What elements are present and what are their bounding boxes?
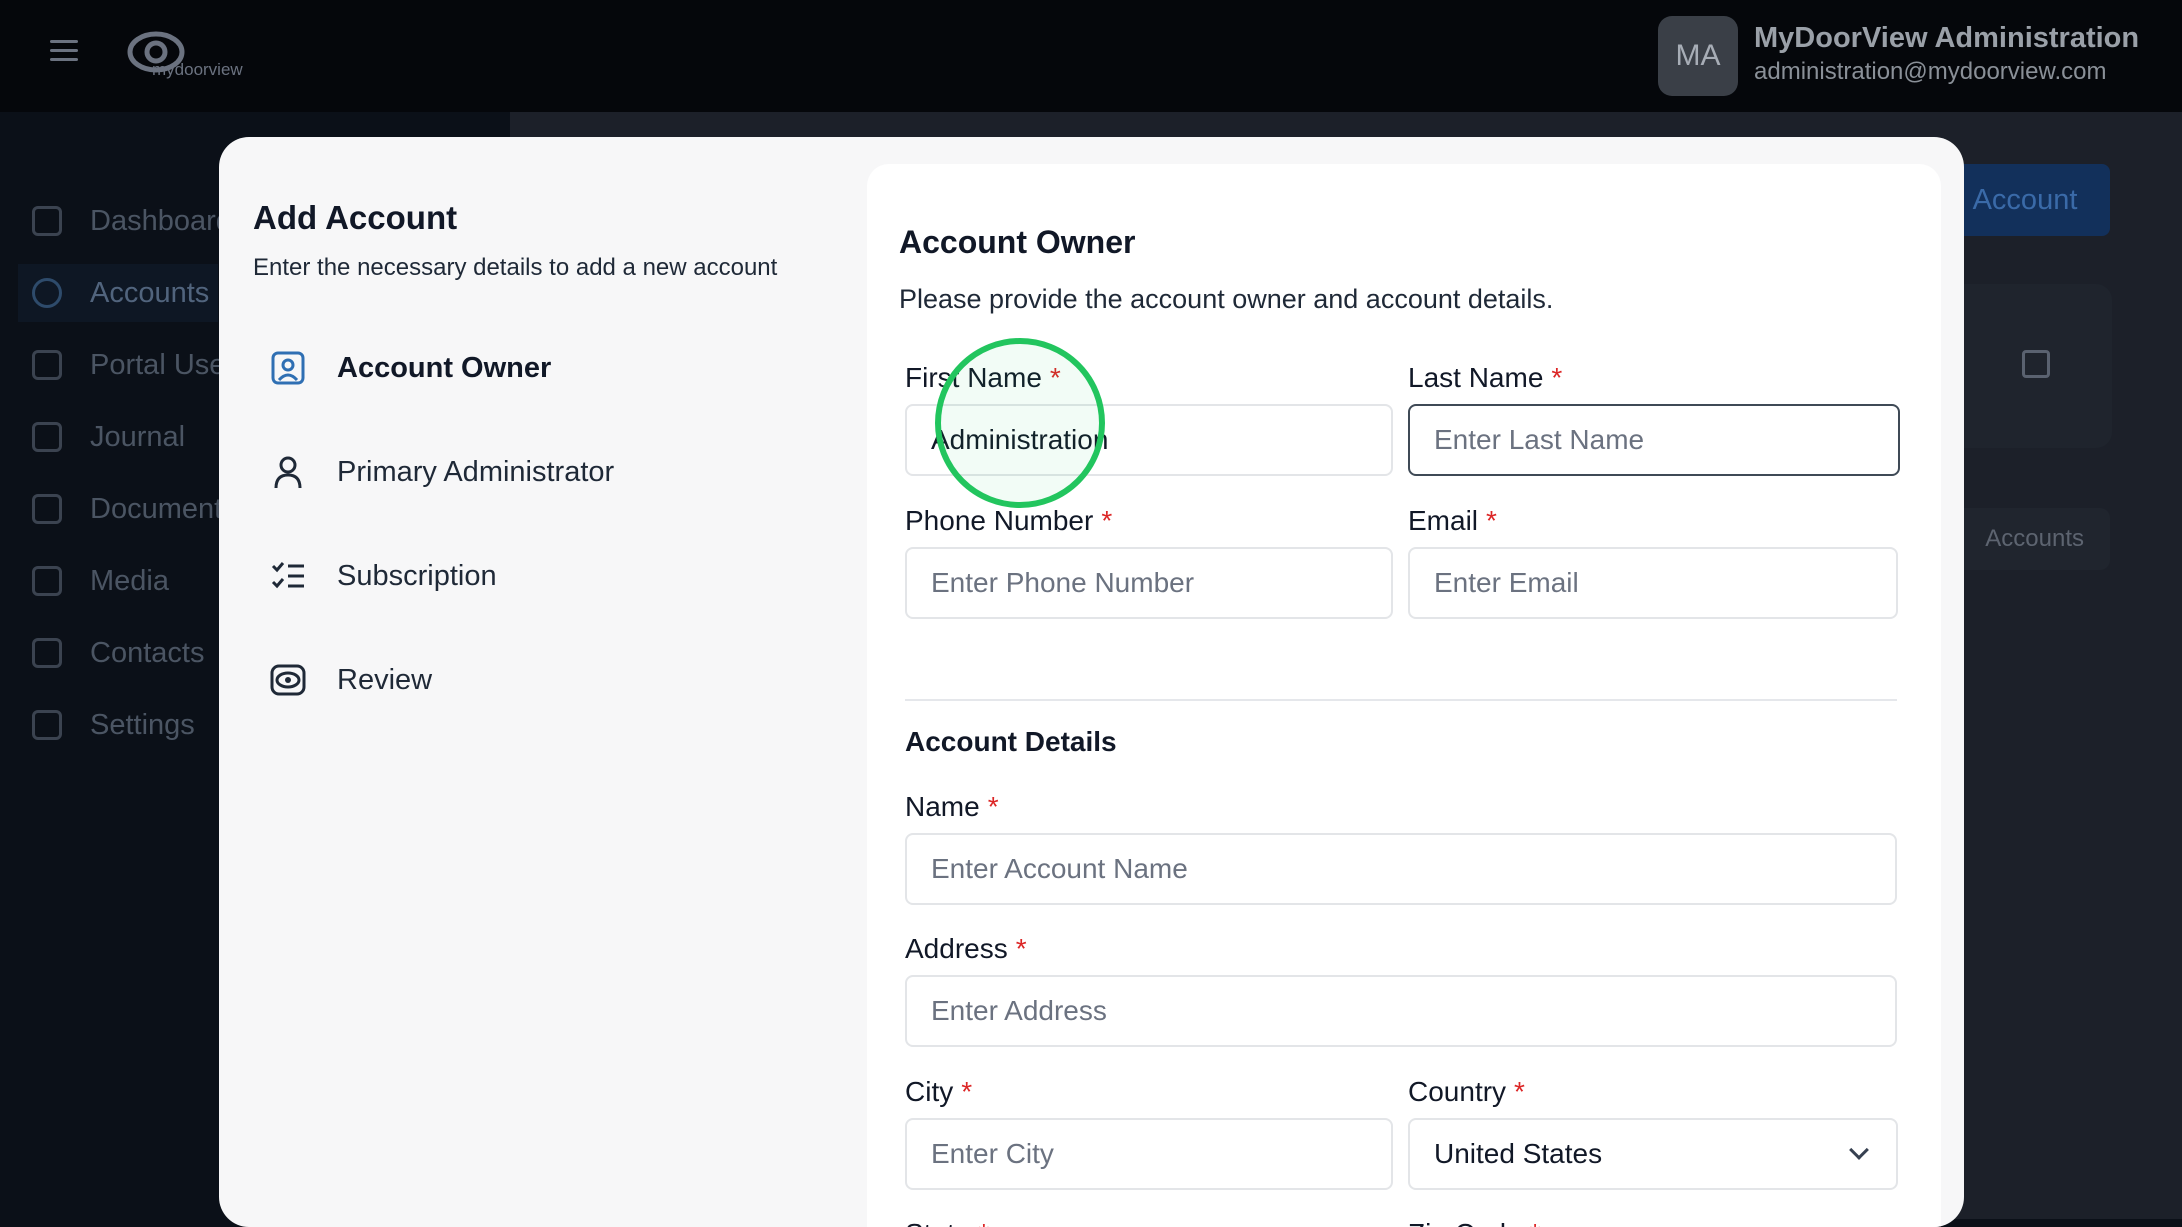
sidebar-item-label: Documents: [90, 492, 237, 525]
sidebar-item-label: Dashboard: [90, 204, 232, 237]
email-label: Email *: [1408, 505, 1497, 536]
calendar-icon: [32, 422, 62, 452]
sidebar-item-documents[interactable]: Documents: [18, 480, 237, 538]
step-subscription[interactable]: Subscription: [269, 557, 497, 595]
add-account-modal: Add Account Enter the necessary details …: [219, 137, 1964, 1227]
step-account-owner[interactable]: Account Owner: [269, 349, 551, 387]
eye-icon: [269, 661, 307, 699]
city-label: City *: [905, 1076, 973, 1107]
sidebar-item-label: Journal: [90, 420, 186, 453]
contacts-icon: [32, 638, 62, 668]
country-select[interactable]: United States: [1408, 1118, 1898, 1190]
mydoorview-logo[interactable]: mydoorview: [126, 28, 276, 84]
hamburger-menu-icon[interactable]: [50, 40, 78, 64]
bar-chart-icon: [32, 206, 62, 236]
step-label: Review: [337, 663, 433, 696]
address-label: Address *: [905, 933, 1027, 964]
modal-title: Add Account: [253, 199, 458, 236]
sidebar-item-label: Media: [90, 564, 169, 597]
city-input[interactable]: Enter City: [905, 1118, 1393, 1190]
logo-text: mydoorview: [152, 60, 243, 79]
phone-number-input[interactable]: Enter Phone Number: [905, 547, 1393, 619]
user-badge-icon: [269, 349, 307, 387]
step-label: Account Owner: [337, 351, 552, 384]
step-label: Primary Administrator: [337, 455, 615, 488]
step-review[interactable]: Review: [269, 661, 432, 699]
sidebar-item-dashboard[interactable]: Dashboard: [18, 192, 232, 250]
calendar-icon[interactable]: [2022, 350, 2050, 378]
user-name: MyDoorView Administration: [1754, 22, 2140, 54]
sidebar-item-journal[interactable]: Journal: [18, 408, 185, 466]
account-details-title: Account Details: [905, 726, 1117, 757]
country-selected-value: United States: [1434, 1138, 1603, 1169]
sidebar-item-label: Contacts: [90, 636, 205, 669]
gear-icon: [32, 710, 62, 740]
step-label: Subscription: [337, 559, 497, 592]
checklist-icon: [269, 557, 307, 595]
account-name-input[interactable]: Enter Account Name: [905, 833, 1897, 905]
accounts-tab[interactable]: Accounts: [1940, 508, 2110, 570]
sidebar-item-label: Settings: [90, 708, 195, 741]
sidebar-item-contacts[interactable]: Contacts: [18, 624, 204, 682]
account-name-label: Name *: [905, 791, 999, 822]
media-icon: [32, 566, 62, 596]
users-icon: [32, 278, 62, 308]
last-name-input[interactable]: Enter Last Name: [1408, 404, 1900, 476]
user-icon: [269, 453, 307, 491]
form-title: Account Owner: [899, 224, 1136, 260]
phone-number-label: Phone Number *: [905, 505, 1113, 536]
chevron-down-icon: [1849, 1140, 1869, 1160]
list-icon: [32, 350, 62, 380]
modal-subtitle: Enter the necessary details to add a new…: [253, 254, 778, 281]
top-bar: mydoorview MA MyDoorView Administration …: [0, 0, 2182, 112]
last-name-label: Last Name *: [1408, 362, 1563, 393]
form-panel: Account Owner Please provide the account…: [867, 164, 1941, 1227]
sidebar-item-media[interactable]: Media: [18, 552, 169, 610]
state-label: State*: [905, 1218, 989, 1227]
form-subtitle: Please provide the account owner and acc…: [899, 284, 1554, 314]
email-input[interactable]: Enter Email: [1408, 547, 1898, 619]
step-primary-administrator[interactable]: Primary Administrator: [269, 453, 614, 491]
sidebar-item-accounts[interactable]: Accounts: [18, 264, 218, 322]
click-indicator: [935, 338, 1105, 508]
document-icon: [32, 494, 62, 524]
section-divider: [905, 699, 1897, 701]
zip-code-label: Zip Code*: [1408, 1218, 1541, 1227]
sidebar-item-settings[interactable]: Settings: [18, 696, 195, 754]
sidebar-item-label: Accounts: [90, 276, 210, 309]
user-email: administration@mydoorview.com: [1754, 58, 2107, 85]
add-account-button[interactable]: Account: [1940, 164, 2110, 236]
address-input[interactable]: Enter Address: [905, 975, 1897, 1047]
user-avatar[interactable]: MA: [1658, 16, 1738, 96]
sidebar-item-portal-users[interactable]: Portal Users: [18, 336, 250, 394]
country-label: Country *: [1408, 1076, 1525, 1107]
